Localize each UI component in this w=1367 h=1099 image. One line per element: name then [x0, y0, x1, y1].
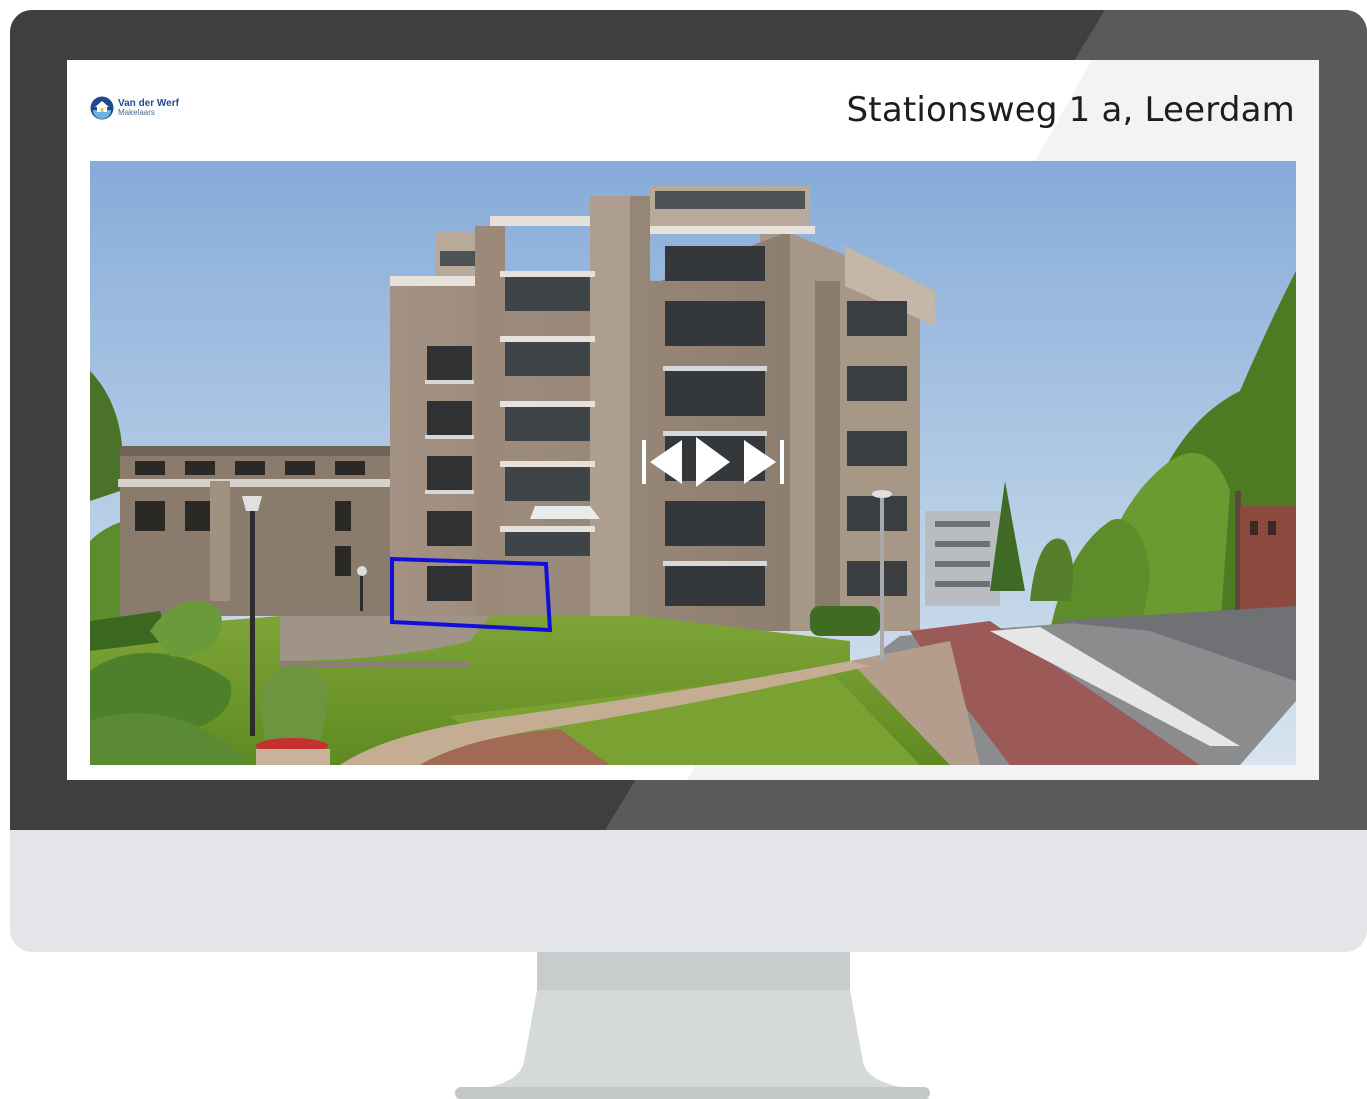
media-controls: [642, 437, 784, 487]
house-logo-icon: [90, 96, 114, 120]
skip-previous-icon[interactable]: [642, 439, 684, 485]
play-icon[interactable]: [694, 437, 732, 487]
screen: Van der Werf Makelaars Stationsweg 1 a, …: [67, 60, 1319, 780]
monitor-chin: [10, 830, 1367, 952]
brand-logo[interactable]: Van der Werf Makelaars: [90, 96, 179, 120]
monitor-stand: [455, 952, 930, 1099]
brand-subtitle: Makelaars: [118, 108, 155, 117]
listing-address: Stationsweg 1 a, Leerdam: [846, 90, 1295, 130]
skip-next-icon[interactable]: [742, 439, 784, 485]
monitor-mockup: Van der Werf Makelaars Stationsweg 1 a, …: [0, 0, 1367, 1099]
property-photo[interactable]: [90, 161, 1296, 765]
